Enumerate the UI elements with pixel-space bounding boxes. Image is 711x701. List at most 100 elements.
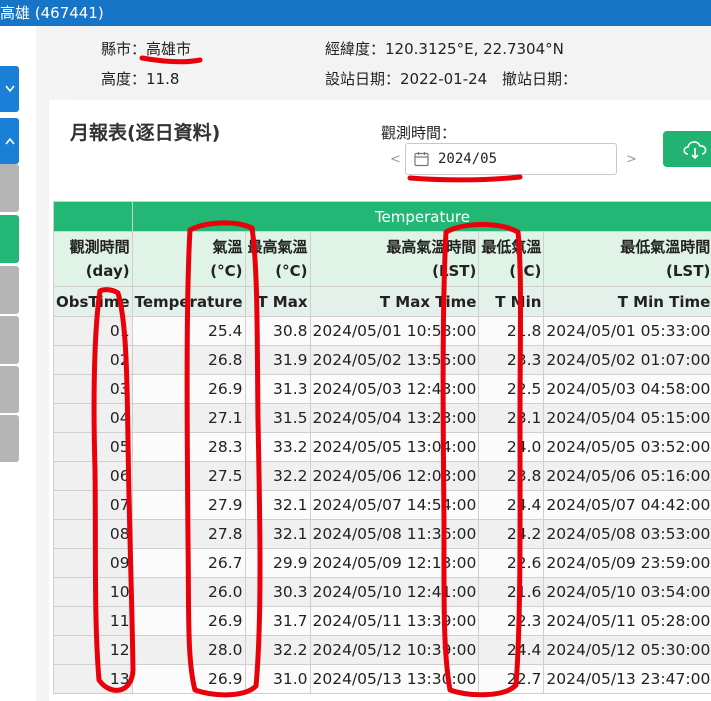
cell-day: 04 bbox=[53, 403, 133, 433]
cell-tmin: 24.2 bbox=[478, 519, 545, 549]
window-title-bar: 高雄 (467441) bbox=[0, 0, 711, 26]
cell-tmax: 32.2 bbox=[244, 635, 311, 665]
col-header-temperature[interactable]: 氣溫 (°C) bbox=[131, 231, 246, 287]
table-row: 02 26.8 31.9 2024/05/02 13:55:00 23.3 2024/05… bbox=[53, 345, 711, 375]
cell-temperature: 25.4 bbox=[131, 316, 246, 346]
cell-day: 08 bbox=[53, 519, 133, 549]
col-header-label: 氣溫 bbox=[212, 238, 243, 256]
cell-day: 10 bbox=[53, 577, 133, 607]
col-header-tmin[interactable]: 最低氣溫 (°C) bbox=[478, 231, 545, 287]
cell-tmax: 31.5 bbox=[244, 403, 311, 433]
code-tmin-time: T Min Time bbox=[543, 286, 711, 317]
city-value: 高雄市 bbox=[146, 40, 192, 58]
table-row: 10 26.0 30.3 2024/05/10 12:41:00 21.6 2024/05… bbox=[53, 577, 711, 607]
obs-time-label: 觀測時間： bbox=[381, 124, 457, 142]
col-header-label: 最低氣溫 bbox=[481, 238, 542, 256]
window-title: 高雄 (467441) bbox=[0, 4, 104, 22]
city-label: 縣市： bbox=[101, 40, 147, 58]
col-header-label: 最高氣溫 bbox=[247, 238, 308, 256]
cell-tmin: 21.8 bbox=[478, 316, 545, 346]
cell-tmin: 22.6 bbox=[478, 548, 545, 578]
nav-tab-1[interactable] bbox=[0, 164, 19, 212]
col-header-unit: (day) bbox=[85, 262, 130, 280]
cell-temperature: 27.9 bbox=[131, 490, 246, 520]
cell-tmin-time: 2024/05/09 23:59:00 bbox=[543, 548, 711, 578]
cell-temperature: 27.8 bbox=[131, 519, 246, 549]
col-header-label: 觀測時間 bbox=[69, 238, 130, 256]
code-obstime: ObsTime bbox=[53, 286, 133, 317]
cell-tmin-time: 2024/05/08 03:53:00 bbox=[543, 519, 711, 549]
cell-tmax: 31.0 bbox=[244, 664, 311, 694]
cell-day: 07 bbox=[53, 490, 133, 520]
cell-tmax: 33.2 bbox=[244, 432, 311, 462]
cell-tmax: 31.7 bbox=[244, 606, 311, 636]
cell-tmax: 31.9 bbox=[244, 345, 311, 375]
cell-tmin-time: 2024/05/06 05:16:00 bbox=[543, 461, 711, 491]
cell-day: 12 bbox=[53, 635, 133, 665]
cell-temperature: 26.9 bbox=[131, 374, 246, 404]
table-row: 09 26.7 29.9 2024/05/09 12:13:00 22.6 2024/05… bbox=[53, 548, 711, 578]
col-header-tmax[interactable]: 最高氣溫 (°C) bbox=[244, 231, 311, 287]
coord-value: 120.3125°E, 22.7304°N bbox=[385, 40, 564, 58]
col-header-unit: (LST) bbox=[666, 262, 711, 280]
col-header-label: 最高氣溫時間 bbox=[386, 238, 477, 256]
code-tmin: T Min bbox=[478, 286, 545, 317]
cell-tmax-time: 2024/05/09 12:13:00 bbox=[309, 548, 480, 578]
nav-tab-active[interactable] bbox=[0, 215, 19, 263]
cell-tmax-time: 2024/05/04 13:23:00 bbox=[309, 403, 480, 433]
col-header-unit: (LST) bbox=[432, 262, 477, 280]
cell-tmin-time: 2024/05/11 05:28:00 bbox=[543, 606, 711, 636]
cell-tmin-time: 2024/05/01 05:33:00 bbox=[543, 316, 711, 346]
cell-tmax: 29.9 bbox=[244, 548, 311, 578]
cell-temperature: 26.7 bbox=[131, 548, 246, 578]
nav-tab-5[interactable] bbox=[0, 415, 19, 462]
table-row: 06 27.5 32.2 2024/05/06 12:03:00 23.8 2024/05… bbox=[53, 461, 711, 491]
nav-tab-3[interactable] bbox=[0, 316, 19, 364]
cell-day: 06 bbox=[53, 461, 133, 491]
cell-temperature: 26.0 bbox=[131, 577, 246, 607]
cell-tmax-time: 2024/05/05 13:04:00 bbox=[309, 432, 480, 462]
cell-tmin-time: 2024/05/10 03:54:00 bbox=[543, 577, 711, 607]
month-value: 2024/05 bbox=[438, 151, 498, 167]
city-info: 縣市：高雄市 bbox=[101, 38, 191, 59]
station-info-card: 縣市：高雄市 經緯度：120.3125°E, 22.7304°N 高度：11.8… bbox=[69, 26, 711, 100]
cell-day: 03 bbox=[53, 374, 133, 404]
nav-expand-icon[interactable] bbox=[0, 66, 19, 112]
cell-temperature: 26.9 bbox=[131, 606, 246, 636]
col-header-tmax-time[interactable]: 最高氣溫時間 (LST) bbox=[309, 231, 480, 287]
cell-day: 05 bbox=[53, 432, 133, 462]
removed-label: 撤站日期： bbox=[502, 70, 578, 88]
group-header-blank bbox=[53, 201, 133, 232]
cell-temperature: 26.8 bbox=[131, 345, 246, 375]
altitude-label: 高度： bbox=[101, 70, 147, 88]
cell-tmin-time: 2024/05/12 05:30:00 bbox=[543, 635, 711, 665]
nav-tab-4[interactable] bbox=[0, 366, 19, 413]
prev-month-button[interactable]: < bbox=[390, 152, 401, 167]
nav-tab-2[interactable] bbox=[0, 266, 19, 314]
cell-tmin: 23.3 bbox=[478, 345, 545, 375]
cell-day: 13 bbox=[53, 664, 133, 694]
report-heading: 月報表(逐日資料) bbox=[70, 122, 221, 144]
cell-tmax-time: 2024/05/03 12:43:00 bbox=[309, 374, 480, 404]
cloud-download-icon bbox=[681, 137, 711, 165]
removed-info: 撤站日期： bbox=[502, 68, 577, 89]
cell-tmin-time: 2024/05/07 04:42:00 bbox=[543, 490, 711, 520]
cell-day: 09 bbox=[53, 548, 133, 578]
next-month-button[interactable]: > bbox=[626, 152, 637, 167]
col-header-tmin-time[interactable]: 最低氣溫時間 (LST) bbox=[543, 231, 711, 287]
month-picker[interactable]: 2024/05 bbox=[405, 143, 617, 175]
nav-up-icon[interactable] bbox=[0, 118, 19, 164]
cell-tmax-time: 2024/05/10 12:41:00 bbox=[309, 577, 480, 607]
download-button[interactable] bbox=[663, 131, 711, 167]
cell-tmax: 32.1 bbox=[244, 519, 311, 549]
table-row: 04 27.1 31.5 2024/05/04 13:23:00 23.1 2024/05… bbox=[53, 403, 711, 433]
col-header-unit: (°C) bbox=[275, 262, 308, 280]
col-header-obstime[interactable]: 觀測時間 (day) bbox=[53, 231, 133, 287]
cell-temperature: 28.3 bbox=[131, 432, 246, 462]
cell-tmin-time: 2024/05/02 01:07:00 bbox=[543, 345, 711, 375]
col-header-unit: (°C) bbox=[210, 262, 243, 280]
cell-tmax-time: 2024/05/11 13:39:00 bbox=[309, 606, 480, 636]
cell-temperature: 27.5 bbox=[131, 461, 246, 491]
table-row: 08 27.8 32.1 2024/05/08 11:36:00 24.2 2024/05… bbox=[53, 519, 711, 549]
cell-tmax-time: 2024/05/06 12:03:00 bbox=[309, 461, 480, 491]
